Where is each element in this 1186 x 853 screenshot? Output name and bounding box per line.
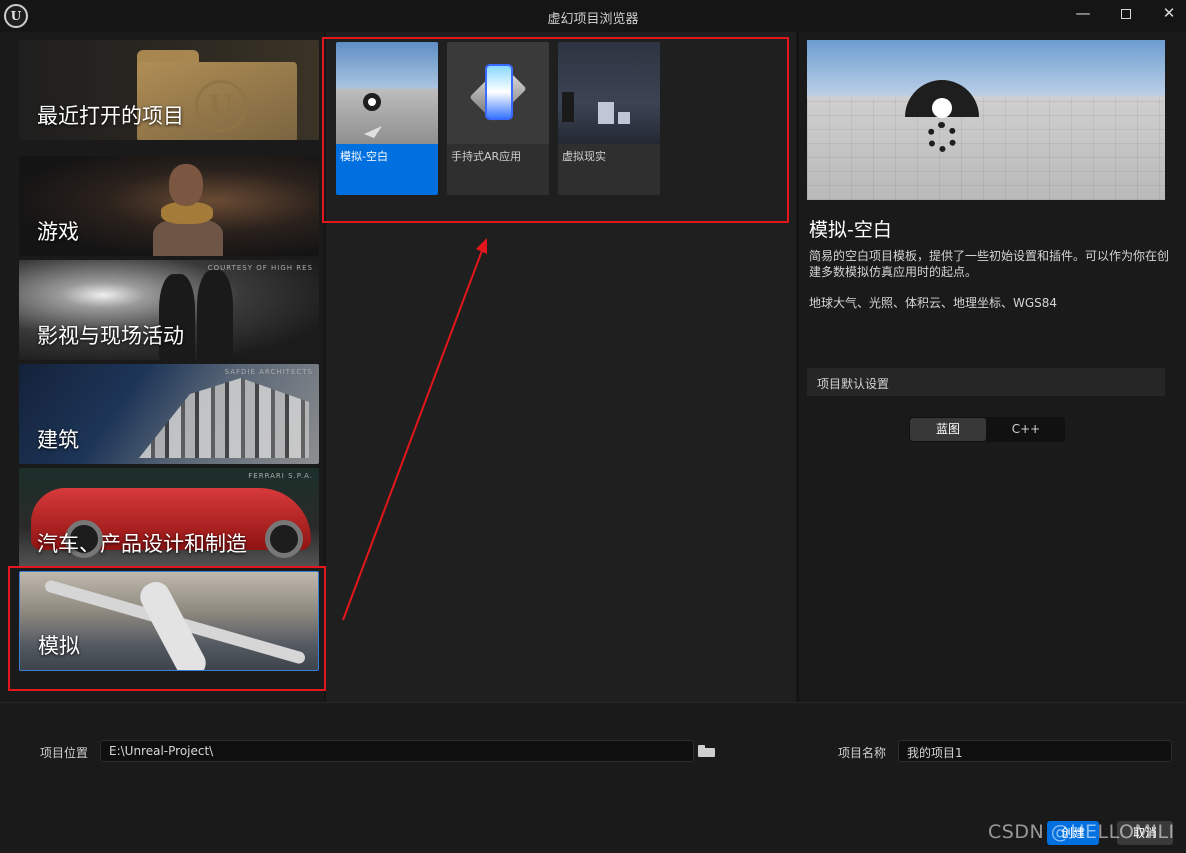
annotation-box-simulation bbox=[8, 566, 326, 691]
watermark: CSDN @HELLOMILI bbox=[988, 821, 1175, 843]
location-label: 项目位置 bbox=[40, 746, 89, 760]
maximize-icon bbox=[1121, 8, 1131, 19]
wheel-image bbox=[265, 520, 303, 558]
image-credit: SAFDIE ARCHITECTS bbox=[224, 368, 313, 376]
minimize-button[interactable]: — bbox=[1060, 0, 1106, 28]
image-credit: COURTESY OF HIGH RES bbox=[207, 264, 313, 272]
image-credit: FERRARI S.P.A. bbox=[248, 472, 313, 480]
template-description: 简易的空白项目模板，提供了一些初始设置和插件。可以作为你在创建多数模拟仿真应用时… bbox=[809, 249, 1170, 279]
category-games[interactable]: 游戏 bbox=[19, 156, 319, 256]
template-preview-image bbox=[807, 40, 1165, 200]
blueprint-option[interactable]: 蓝图 bbox=[910, 418, 986, 441]
template-title: 模拟-空白 bbox=[809, 219, 892, 241]
title-bar: U 虚幻项目浏览器 — ✕ bbox=[0, 0, 1186, 32]
category-label: 影视与现场活动 bbox=[37, 324, 184, 348]
category-film-live-events[interactable]: COURTESY OF HIGH RES 影视与现场活动 bbox=[19, 260, 319, 360]
category-label: 汽车、产品设计和制造 bbox=[37, 532, 247, 556]
cpp-option[interactable]: C++ bbox=[988, 418, 1064, 441]
character-image bbox=[147, 162, 227, 256]
settings-header: 项目默认设置 bbox=[807, 368, 1165, 396]
name-label: 项目名称 bbox=[838, 746, 887, 760]
category-label: 游戏 bbox=[37, 220, 79, 244]
category-label: 建筑 bbox=[37, 428, 79, 452]
figure-image bbox=[197, 270, 233, 360]
close-button[interactable]: ✕ bbox=[1146, 0, 1186, 28]
project-settings-bar: 项目位置 E:\Unreal-Project\ 项目名称 我的项目1 创建 取消… bbox=[0, 702, 1186, 853]
details-panel: 模拟-空白 简易的空白项目模板，提供了一些初始设置和插件。可以作为你在创建多数模… bbox=[798, 32, 1186, 702]
folder-icon[interactable] bbox=[698, 745, 715, 757]
code-type-toggle: 蓝图 C++ bbox=[909, 417, 1065, 442]
template-features: 地球大气、光照、体积云、地理坐标、WGS84 bbox=[809, 296, 1058, 310]
category-architecture[interactable]: SAFDIE ARCHITECTS 建筑 bbox=[19, 364, 319, 464]
sim-icon bbox=[905, 80, 979, 154]
maximize-button[interactable] bbox=[1103, 0, 1149, 28]
unreal-logo-icon: U bbox=[195, 80, 247, 132]
annotation-box-templates bbox=[322, 37, 789, 223]
category-label: 最近打开的项目 bbox=[37, 104, 184, 128]
location-field[interactable]: E:\Unreal-Project\ bbox=[100, 740, 694, 762]
project-name-field[interactable]: 我的项目1 bbox=[898, 740, 1172, 762]
category-recent-projects[interactable]: U 最近打开的项目 bbox=[19, 40, 319, 140]
category-automotive[interactable]: FERRARI S.P.A. 汽车、产品设计和制造 bbox=[19, 468, 319, 568]
building-image bbox=[139, 378, 309, 458]
window-title: 虚幻项目浏览器 bbox=[547, 12, 639, 27]
